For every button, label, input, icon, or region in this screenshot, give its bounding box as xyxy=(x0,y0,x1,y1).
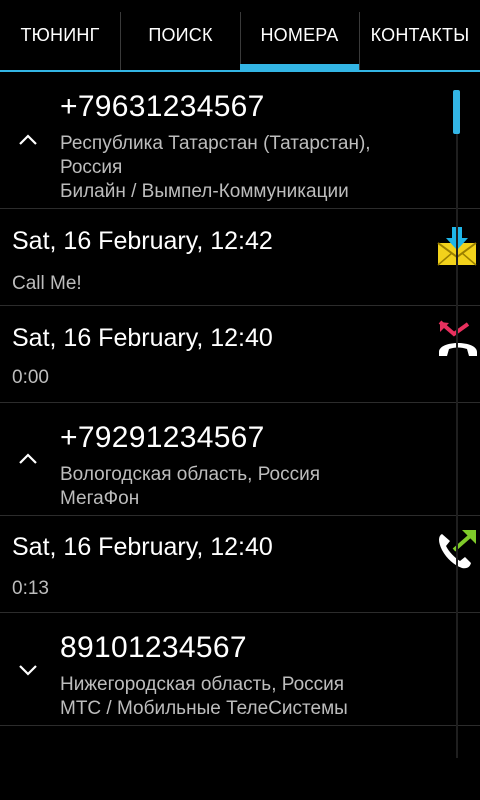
region-text: Вологодская область, Россия xyxy=(60,464,321,485)
chevron-up-icon[interactable] xyxy=(14,126,42,154)
call-entry[interactable]: Sat, 16 February, 12:40 0:00 xyxy=(0,306,480,402)
missed-call-icon xyxy=(436,318,480,365)
number-group[interactable]: +79631234567 Республика Татарстан (Татар… xyxy=(0,72,480,208)
chevron-up-icon[interactable] xyxy=(14,445,42,473)
phone-number: +79291234567 xyxy=(60,421,265,454)
tab-numbers[interactable]: НОМЕРА xyxy=(240,0,359,70)
call-date: Sat, 16 February, 12:40 xyxy=(12,533,273,561)
tab-bar: ТЮНИНГ ПОИСК НОМЕРА КОНТАКТЫ xyxy=(0,0,480,72)
phone-number: +79631234567 xyxy=(60,90,265,123)
call-date: Sat, 16 February, 12:42 xyxy=(12,227,273,255)
tab-search[interactable]: ПОИСК xyxy=(121,0,240,70)
call-entry[interactable]: Sat, 16 February, 12:42 Call Me! xyxy=(0,209,480,305)
scrollbar-track[interactable] xyxy=(456,90,458,758)
call-date: Sat, 16 February, 12:40 xyxy=(12,324,273,352)
region-text: Россия xyxy=(60,157,123,178)
number-group[interactable]: +79291234567 Вологодская область, Россия… xyxy=(0,403,480,515)
phone-number: 89101234567 xyxy=(60,631,247,664)
divider xyxy=(0,725,480,726)
operator-text: МегаФон xyxy=(60,488,140,509)
chevron-down-icon[interactable] xyxy=(14,656,42,684)
call-detail: 0:00 xyxy=(12,367,49,388)
tab-contacts[interactable]: КОНТАКТЫ xyxy=(360,0,480,70)
number-group[interactable]: 89101234567 Нижегородская область, Росси… xyxy=(0,613,480,725)
region-text: Нижегородская область, Россия xyxy=(60,674,345,695)
tab-tuning[interactable]: ТЮНИНГ xyxy=(0,0,120,70)
operator-text: Билайн / Вымпел-Коммуникации xyxy=(60,181,349,202)
call-detail: 0:13 xyxy=(12,578,49,599)
call-entry[interactable]: Sat, 16 February, 12:40 0:13 xyxy=(0,516,480,612)
region-text: Республика Татарстан (Татарстан), xyxy=(60,133,371,154)
scrollbar-thumb[interactable] xyxy=(453,90,460,134)
operator-text: МТС / Мобильные ТелеСистемы xyxy=(60,698,348,719)
call-detail: Call Me! xyxy=(12,273,82,294)
